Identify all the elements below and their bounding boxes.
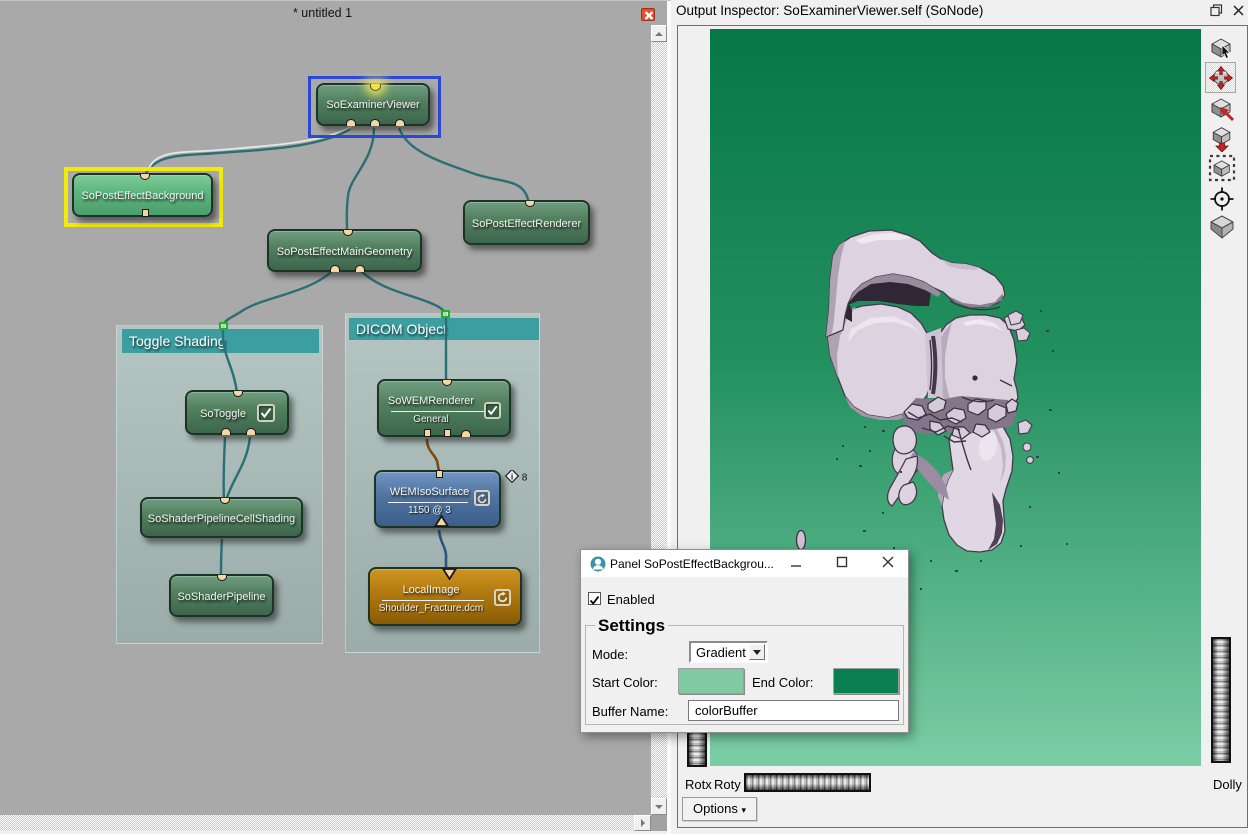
svg-text:i: i: [511, 472, 513, 482]
svg-text:8: 8: [522, 473, 528, 484]
